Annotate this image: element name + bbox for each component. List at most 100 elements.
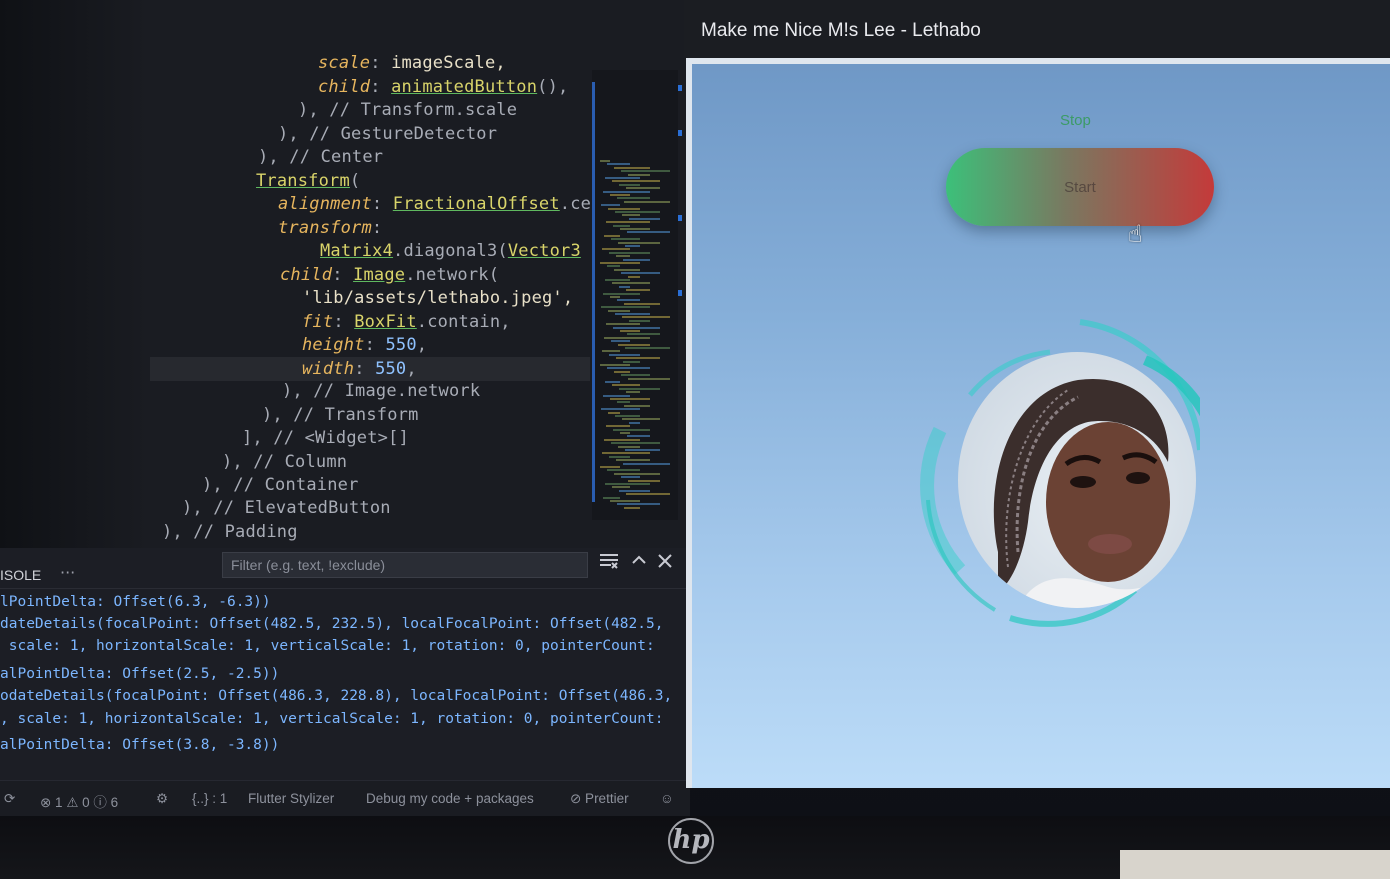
code-editor[interactable]: scale: imageScale, child: animatedButton(…	[0, 0, 690, 548]
minimap-line	[605, 177, 640, 179]
more-actions-icon[interactable]: ···	[60, 563, 75, 582]
code-line[interactable]: Transform(	[256, 171, 360, 191]
code-line[interactable]: ), // ElevatedButton	[182, 498, 391, 518]
chevron-up-icon[interactable]	[628, 552, 650, 574]
minimap-line	[622, 316, 670, 319]
console-log-line[interactable]: lPointDelta: Offset(6.3, -6.3))	[0, 594, 271, 610]
code-token: ), // Column	[222, 452, 348, 472]
minimap-line	[601, 306, 650, 309]
minimap-line	[613, 326, 660, 329]
minimap-line	[607, 469, 640, 472]
problems-status[interactable]: ⊗ 1 ⚠ 0 ⓘ 6	[40, 791, 118, 811]
code-line[interactable]: ), // Container	[202, 475, 359, 495]
minimap-line	[625, 347, 670, 349]
left-eye	[1070, 476, 1096, 488]
code-line[interactable]: 'lib/assets/lethabo.jpeg',	[302, 288, 573, 308]
console-filter-input[interactable]	[222, 552, 588, 578]
code-line[interactable]: fit: BoxFit.contain,	[302, 312, 511, 332]
minimap[interactable]	[592, 70, 678, 520]
minimap-line	[617, 197, 650, 200]
language-status[interactable]: {..} : 1	[192, 791, 227, 806]
prettier-status[interactable]: ⊘ Prettier	[570, 791, 629, 807]
console-log-line[interactable]: , scale: 1, horizontalScale: 1, vertical…	[0, 711, 663, 727]
minimap-line	[619, 183, 640, 186]
minimap-line	[610, 296, 620, 298]
minimap-line	[600, 466, 620, 468]
console-log-line[interactable]: dateDetails(focalPoint: Offset(482.5, 23…	[0, 616, 663, 632]
list-filter-icon[interactable]	[598, 552, 620, 574]
code-token: (	[349, 171, 361, 191]
scroll-marker	[678, 215, 682, 221]
minimap-line	[606, 221, 650, 224]
minimap-line	[604, 234, 620, 237]
minimap-line	[602, 452, 650, 455]
console-log-line[interactable]: alPointDelta: Offset(2.5, -2.5))	[0, 666, 279, 682]
code-line[interactable]: height: 550,	[302, 335, 427, 355]
code-line[interactable]: alignment: FractionalOffset.ce	[278, 194, 591, 214]
code-token: ,	[416, 335, 428, 355]
minimap-line	[618, 445, 640, 448]
code-line[interactable]: ), // Transform	[262, 405, 419, 425]
minimap-line	[611, 442, 660, 445]
minimap-line	[605, 279, 630, 281]
code-line[interactable]: ), // Padding	[162, 522, 298, 542]
minimap-line	[617, 503, 660, 506]
code-line[interactable]: Matrix4.diagonal3(Vector3	[320, 241, 581, 261]
console-log-line[interactable]: alPointDelta: Offset(3.8, -3.8))	[0, 737, 279, 753]
minimap-line	[628, 275, 640, 278]
code-line[interactable]: ), // Column	[222, 452, 347, 472]
minimap-line	[619, 489, 650, 492]
code-line[interactable]: ), // Image.network	[282, 381, 480, 401]
minimap-line	[622, 418, 660, 421]
minimap-line	[629, 217, 660, 220]
minimap-line	[601, 408, 640, 411]
minimap-line	[627, 435, 650, 438]
code-line[interactable]: ), // GestureDetector	[278, 124, 497, 144]
code-token: 550	[375, 359, 407, 379]
minimap-line	[603, 190, 650, 193]
remote-icon[interactable]: ⟳	[4, 791, 15, 807]
tab-debug-console[interactable]: ISOLE	[0, 567, 41, 583]
code-token: ), // Image.network	[282, 381, 481, 401]
flutter-stylizer-status[interactable]: Flutter Stylizer	[248, 791, 334, 806]
minimap-line	[614, 268, 640, 271]
code-line[interactable]: ], // <Widget>[]	[242, 428, 409, 448]
code-line[interactable]: transform:	[278, 218, 382, 238]
scroll-marker	[678, 85, 682, 91]
animated-start-button[interactable]: Start	[946, 148, 1214, 226]
right-eye	[1126, 472, 1150, 484]
minimap-line	[615, 211, 660, 213]
minimap-line	[614, 370, 630, 373]
code-line[interactable]: ), // Transform.scale	[298, 100, 517, 120]
minimap-line	[626, 391, 640, 394]
debug-mode-status[interactable]: Debug my code + packages	[366, 791, 534, 806]
console-log-line[interactable]: odateDetails(focalPoint: Offset(486.3, 2…	[0, 688, 672, 704]
code-token: :	[370, 53, 392, 73]
code-line[interactable]: width: 550,	[302, 359, 417, 379]
minimap-line	[620, 432, 630, 434]
minimap-line	[610, 398, 650, 400]
minimap-line	[608, 207, 640, 210]
minimap-slider[interactable]	[592, 82, 595, 502]
minimap-line	[607, 367, 650, 370]
code-token: Transform	[256, 171, 350, 191]
code-line[interactable]: child: Image.network(	[280, 265, 499, 285]
debug-icon[interactable]: ⚙	[156, 791, 168, 807]
code-line[interactable]: child: animatedButton(),	[318, 77, 568, 97]
code-token: .network(	[405, 265, 500, 285]
minimap-line	[627, 333, 660, 336]
minimap-line	[613, 224, 630, 227]
minimap-line	[614, 166, 650, 169]
minimap-line	[612, 180, 660, 183]
minimap-line	[626, 493, 670, 496]
code-line[interactable]: scale: imageScale,	[318, 53, 506, 73]
close-icon[interactable]	[654, 552, 676, 574]
feedback-icon[interactable]: ☺	[660, 791, 674, 806]
minimap-line	[610, 500, 640, 502]
code-token: scale	[318, 53, 371, 73]
code-token: :	[371, 194, 393, 214]
code-line[interactable]: ), // Center	[258, 147, 383, 167]
minimap-line	[604, 438, 640, 441]
code-token: Matrix4	[320, 241, 394, 261]
console-log-line[interactable]: scale: 1, horizontalScale: 1, verticalSc…	[0, 638, 655, 654]
